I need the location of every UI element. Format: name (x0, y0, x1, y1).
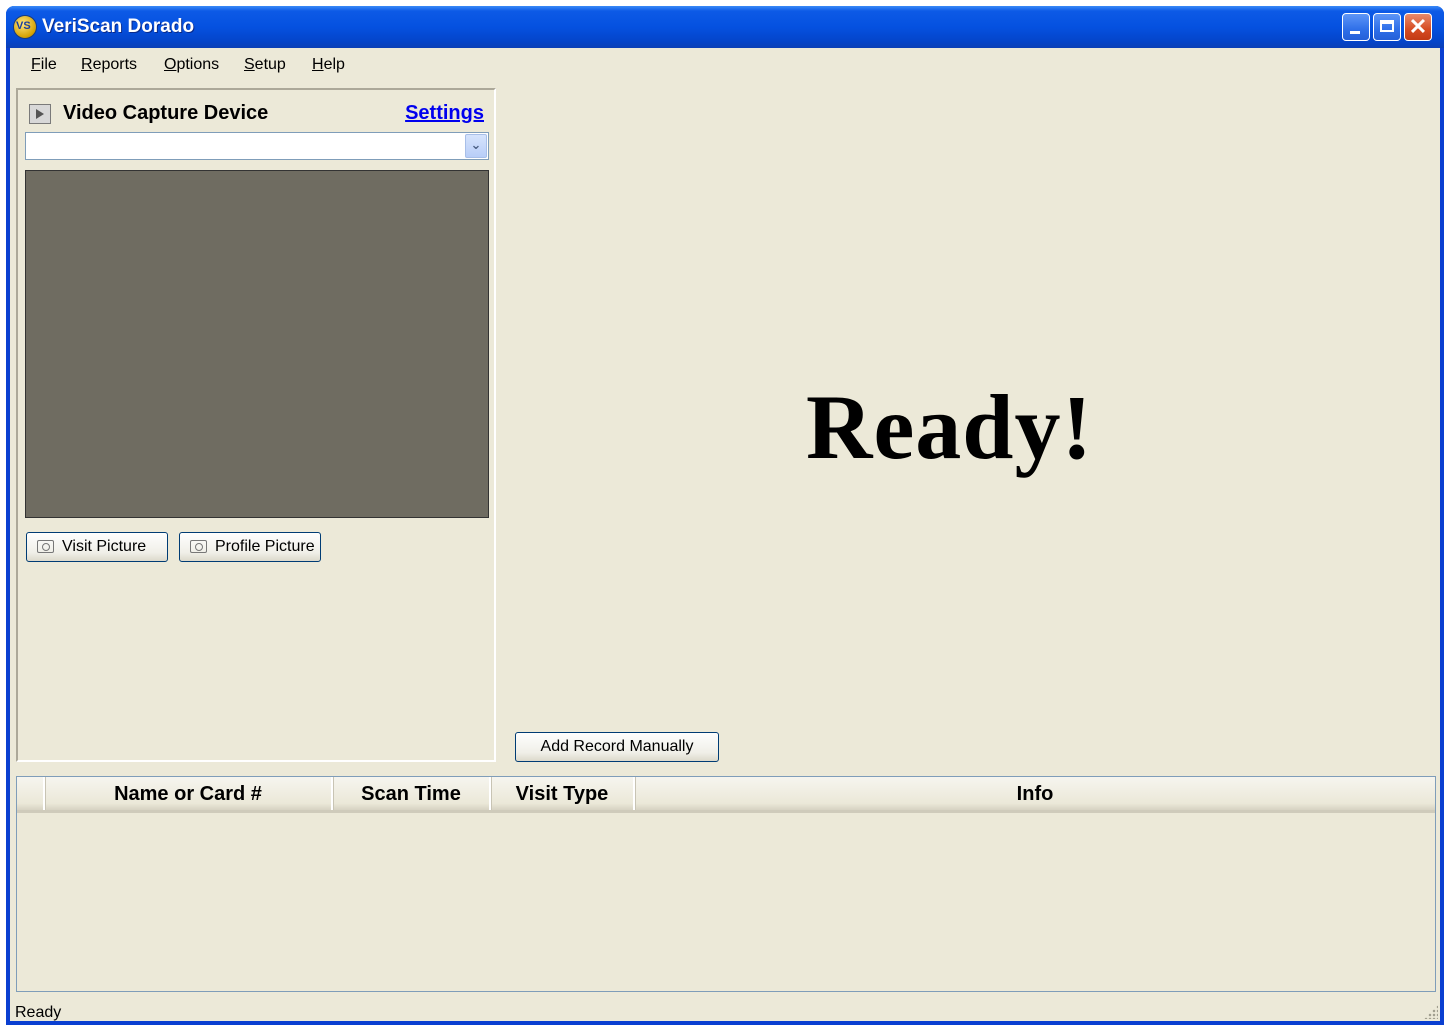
menu-file[interactable]: File (31, 56, 57, 74)
menu-reports[interactable]: Reports (81, 56, 137, 74)
table-header: Name or Card # Scan Time Visit Type Info (17, 777, 1435, 813)
camera-icon (190, 540, 207, 553)
chevron-down-icon[interactable]: ⌄ (465, 134, 487, 158)
ready-status-heading: Ready! (806, 376, 1094, 478)
column-header-scan-time[interactable]: Scan Time (333, 777, 491, 810)
app-logo-text: VS (16, 20, 31, 32)
client-area: File Reports Options Setup Help Video Ca… (10, 48, 1440, 1021)
maximize-button[interactable] (1373, 13, 1401, 41)
visit-picture-label: Visit Picture (62, 538, 147, 555)
visit-picture-button[interactable]: Visit Picture (26, 532, 168, 562)
menu-setup[interactable]: Setup (244, 56, 286, 74)
menu-options[interactable]: Options (164, 56, 219, 74)
status-text: Ready (15, 1004, 62, 1021)
menu-help[interactable]: Help (312, 56, 345, 74)
minimize-icon (1350, 31, 1360, 34)
window-title: VeriScan Dorado (42, 16, 195, 37)
column-header-select[interactable] (17, 777, 45, 810)
app-logo-icon[interactable]: VS (14, 16, 36, 38)
resize-grip-icon[interactable] (1424, 1005, 1438, 1019)
status-bar: Ready (10, 998, 1440, 1021)
minimize-button[interactable] (1342, 13, 1370, 41)
close-button[interactable]: ✕ (1404, 13, 1432, 41)
menu-bar: File Reports Options Setup Help (10, 48, 1440, 84)
maximize-icon (1380, 20, 1394, 32)
device-dropdown[interactable]: ⌄ (25, 132, 489, 160)
add-record-label: Add Record Manually (540, 738, 694, 755)
video-capture-icon (29, 104, 51, 124)
close-icon: ✕ (1408, 14, 1428, 39)
column-header-name[interactable]: Name or Card # (45, 777, 333, 810)
capture-panel-title: Video Capture Device (63, 102, 269, 124)
column-header-info[interactable]: Info (635, 777, 1435, 810)
column-header-visit-type[interactable]: Visit Type (491, 777, 635, 810)
camera-icon (37, 540, 54, 553)
capture-panel: Video Capture Device Settings ⌄ Visit Pi… (16, 88, 496, 762)
profile-picture-button[interactable]: Profile Picture (179, 532, 321, 562)
scan-records-table: Name or Card # Scan Time Visit Type Info (16, 776, 1436, 992)
add-record-manually-button[interactable]: Add Record Manually (515, 732, 719, 762)
settings-link[interactable]: Settings (405, 102, 484, 125)
video-preview (25, 170, 489, 518)
title-bar[interactable]: VS VeriScan Dorado ✕ (6, 6, 1444, 48)
profile-picture-label: Profile Picture (215, 538, 315, 555)
app-window: VS VeriScan Dorado ✕ File Reports Option… (6, 6, 1444, 1025)
